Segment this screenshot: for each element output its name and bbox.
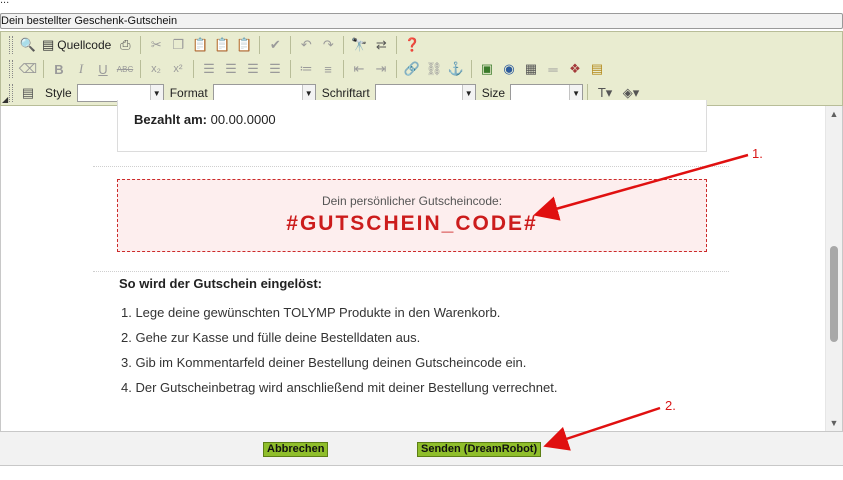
toolbar-separator xyxy=(396,36,398,54)
toolbar-separator xyxy=(140,60,141,78)
redeem-step: 3. Gib im Kommentarfeld deiner Bestellun… xyxy=(121,355,527,370)
table-icon[interactable]: ▦ xyxy=(520,59,542,79)
scroll-up-icon[interactable]: ▲ xyxy=(826,109,842,119)
vertical-scrollbar[interactable]: ▲ ▼ xyxy=(825,106,842,431)
paste-icon[interactable]: 📋 xyxy=(189,35,211,55)
link-icon[interactable]: 🔗 xyxy=(401,59,423,79)
toolbar-grip xyxy=(9,60,13,78)
find-icon[interactable]: 🔭 xyxy=(348,35,370,55)
size-label: Size xyxy=(481,86,506,100)
paste-text-icon[interactable]: 📋 xyxy=(211,35,233,55)
paid-line: Bezahlt am: 00.00.0000 xyxy=(134,112,276,127)
annotation-label-1: 1. xyxy=(752,146,763,161)
italic-icon[interactable]: I xyxy=(70,59,92,79)
toolbar-grip xyxy=(9,36,13,54)
divider xyxy=(93,166,729,167)
toolbar-row-2: ⌫ B I U ABC x₂ x² ☰ ☰ ☰ ☰ ≔ ≡ ⇤ ⇥ 🔗 ⛓ ⚓ … xyxy=(9,57,608,81)
form-icon[interactable]: ▤ xyxy=(586,59,608,79)
chevron-down-icon: ▼ xyxy=(569,85,583,101)
voucher-code-box: Dein persönlicher Gutscheincode: #GUTSCH… xyxy=(117,179,707,252)
chevron-down-icon: ▼ xyxy=(461,85,475,101)
annotation-label-2: 2. xyxy=(665,398,676,413)
copy-icon[interactable]: ❐ xyxy=(167,35,189,55)
flash-icon[interactable]: ◉ xyxy=(498,59,520,79)
redeem-step: 1. Lege deine gewünschten TOLYMP Produkt… xyxy=(121,305,501,320)
button-bar: Abbrechen Senden (DreamRobot) xyxy=(0,431,843,466)
source-code-label: Quellcode xyxy=(57,38,112,52)
redeem-step: 2. Gehe zur Kasse und fülle deine Bestel… xyxy=(121,330,421,345)
align-justify-icon[interactable]: ☰ xyxy=(264,59,286,79)
help-icon[interactable]: ❓ xyxy=(401,35,423,55)
toolbar-separator xyxy=(43,60,44,78)
toolbar-separator xyxy=(259,36,261,54)
send-button[interactable]: Senden (DreamRobot) xyxy=(417,442,542,457)
cut-icon[interactable]: ✂ xyxy=(145,35,167,55)
bulleted-list-icon[interactable]: ≡ xyxy=(317,59,339,79)
collapse-toolbar-icon[interactable]: ◢ xyxy=(2,95,8,104)
superscript-icon[interactable]: x² xyxy=(167,59,189,79)
style-label: Style xyxy=(45,86,72,100)
redeem-steps: 1. Lege deine gewünschten TOLYMP Produkt… xyxy=(121,305,557,405)
toolbar-separator xyxy=(290,60,291,78)
scroll-down-icon[interactable]: ▼ xyxy=(826,418,842,428)
redeem-title: So wird der Gutschein eingelöst: xyxy=(119,276,322,291)
redeem-step: 4. Der Gutscheinbetrag wird anschließend… xyxy=(121,380,558,395)
paid-value: 00.00.0000 xyxy=(210,112,276,127)
source-code-icon: ▤ xyxy=(42,37,55,52)
editor-toolbar: 🔍 ▤ Quellcode ⎙ ✂ ❐ 📋 📋 📋 ✔ ↶ ↷ 🔭 ⇄ ❓ ⌫ … xyxy=(0,31,843,106)
scrollbar-thumb[interactable] xyxy=(830,246,838,342)
align-left-icon[interactable]: ☰ xyxy=(198,59,220,79)
toolbar-separator xyxy=(396,60,397,78)
align-center-icon[interactable]: ☰ xyxy=(220,59,242,79)
toolbar-separator xyxy=(140,36,142,54)
paste-word-icon[interactable]: 📋 xyxy=(233,35,255,55)
toolbar-separator xyxy=(193,60,194,78)
special-char-icon[interactable]: ❖ xyxy=(564,59,586,79)
bold-icon[interactable]: B xyxy=(48,59,70,79)
ordered-list-icon[interactable]: ≔ xyxy=(295,59,317,79)
source-code-button[interactable]: ▤ Quellcode xyxy=(39,35,114,55)
toolbar-grip xyxy=(9,84,13,102)
eraser-icon[interactable]: ⌫ xyxy=(17,59,39,79)
strikethrough-icon[interactable]: ABC xyxy=(114,59,136,79)
font-label: Schriftart xyxy=(321,86,370,100)
divider xyxy=(93,271,729,272)
voucher-code-value: #GUTSCHEIN_CODE# xyxy=(286,212,538,235)
horizontal-rule-icon[interactable]: ═ xyxy=(542,59,564,79)
toolbar-separator xyxy=(471,60,472,78)
cancel-button[interactable]: Abbrechen xyxy=(263,442,329,457)
toolbar-separator xyxy=(290,36,292,54)
toolbar-separator xyxy=(343,36,345,54)
subject-field[interactable]: Dein bestellter Geschenk-Gutschein xyxy=(0,13,843,29)
window-title-cut: ... xyxy=(0,0,10,6)
underline-icon[interactable]: U xyxy=(92,59,114,79)
anchor-icon[interactable]: ⚓ xyxy=(445,59,467,79)
order-info-box: Bezahlt am: 00.00.0000 xyxy=(117,100,707,152)
preview-icon[interactable]: 🔍 xyxy=(17,35,39,55)
paid-label: Bezahlt am: xyxy=(134,112,207,127)
style-icon: ▤ xyxy=(21,85,35,100)
indent-icon[interactable]: ⇥ xyxy=(370,59,392,79)
outdent-icon[interactable]: ⇤ xyxy=(348,59,370,79)
chevron-down-icon: ▼ xyxy=(301,85,315,101)
format-label: Format xyxy=(169,86,208,100)
print-icon[interactable]: ⎙ xyxy=(114,35,136,55)
editor-area[interactable]: Bezahlt am: 00.00.0000 Dein persönlicher… xyxy=(0,100,843,431)
image-icon[interactable]: ▣ xyxy=(476,59,498,79)
subscript-icon[interactable]: x₂ xyxy=(145,59,167,79)
align-right-icon[interactable]: ☰ xyxy=(242,59,264,79)
voucher-code-caption: Dein persönlicher Gutscheincode: xyxy=(321,194,503,208)
redo-icon[interactable]: ↷ xyxy=(317,35,339,55)
spellcheck-icon[interactable]: ✔ xyxy=(264,35,286,55)
replace-icon[interactable]: ⇄ xyxy=(370,35,392,55)
chevron-down-icon: ▼ xyxy=(149,85,163,101)
toolbar-separator xyxy=(343,60,344,78)
unlink-icon[interactable]: ⛓ xyxy=(423,59,445,79)
toolbar-row-1: 🔍 ▤ Quellcode ⎙ ✂ ❐ 📋 📋 📋 ✔ ↶ ↷ 🔭 ⇄ ❓ xyxy=(9,33,423,57)
undo-icon[interactable]: ↶ xyxy=(295,35,317,55)
